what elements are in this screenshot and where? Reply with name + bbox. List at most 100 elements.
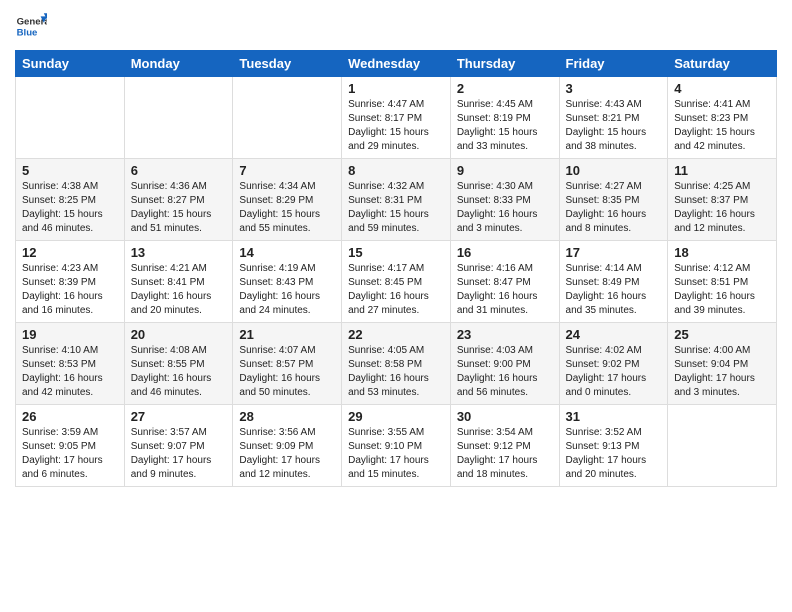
day-number: 4 <box>674 81 770 96</box>
calendar-cell: 21 Sunrise: 4:07 AM Sunset: 8:57 PM Dayli… <box>233 323 342 405</box>
calendar-cell: 17 Sunrise: 4:14 AM Sunset: 8:49 PM Dayli… <box>559 241 668 323</box>
calendar-cell: 5Sunrise: 4:38 AM Sunset: 8:25 PM Daylig… <box>16 159 125 241</box>
col-header-friday: Friday <box>559 51 668 77</box>
day-info: Sunrise: 4:17 AM Sunset: 8:45 PM Dayligh… <box>348 262 444 318</box>
day-info: Sunrise: 4:14 AM Sunset: 8:49 PM Dayligh… <box>566 262 662 318</box>
calendar-week-3: 12 Sunrise: 4:23 AM Sunset: 8:39 PM Dayli… <box>16 241 777 323</box>
calendar-cell: 24 Sunrise: 4:02 AM Sunset: 9:02 PM Dayli… <box>559 323 668 405</box>
calendar-cell: 6Sunrise: 4:36 AM Sunset: 8:27 PM Daylig… <box>124 159 233 241</box>
calendar-cell: 4 Sunrise: 4:41 AM Sunset: 8:23 PM Daylig… <box>668 77 777 159</box>
day-info: Sunrise: 4:25 AM Sunset: 8:37 PM Dayligh… <box>674 180 770 236</box>
day-info: Sunrise: 3:54 AM Sunset: 9:12 PM Dayligh… <box>457 426 553 482</box>
calendar-cell: 11 Sunrise: 4:25 AM Sunset: 8:37 PM Dayli… <box>668 159 777 241</box>
calendar-cell: 27 Sunrise: 3:57 AM Sunset: 9:07 PM Dayli… <box>124 405 233 487</box>
day-number: 13 <box>131 245 227 260</box>
calendar-cell: 28Sunrise: 3:56 AM Sunset: 9:09 PM Dayli… <box>233 405 342 487</box>
svg-text:Blue: Blue <box>17 28 38 39</box>
calendar-header-row: SundayMondayTuesdayWednesdayThursdayFrid… <box>16 51 777 77</box>
col-header-saturday: Saturday <box>668 51 777 77</box>
calendar-cell: 16Sunrise: 4:16 AM Sunset: 8:47 PM Dayli… <box>450 241 559 323</box>
col-header-sunday: Sunday <box>16 51 125 77</box>
logo-icon: General Blue <box>15 10 47 42</box>
day-number: 17 <box>566 245 662 260</box>
calendar: SundayMondayTuesdayWednesdayThursdayFrid… <box>15 50 777 487</box>
day-info: Sunrise: 4:05 AM Sunset: 8:58 PM Dayligh… <box>348 344 444 400</box>
calendar-cell: 12 Sunrise: 4:23 AM Sunset: 8:39 PM Dayli… <box>16 241 125 323</box>
day-number: 26 <box>22 409 118 424</box>
day-number: 21 <box>239 327 335 342</box>
calendar-cell <box>16 77 125 159</box>
day-info: Sunrise: 4:07 AM Sunset: 8:57 PM Dayligh… <box>239 344 335 400</box>
calendar-cell: 2 Sunrise: 4:45 AM Sunset: 8:19 PM Daylig… <box>450 77 559 159</box>
day-number: 10 <box>566 163 662 178</box>
day-number: 8 <box>348 163 444 178</box>
calendar-cell: 9 Sunrise: 4:30 AM Sunset: 8:33 PM Daylig… <box>450 159 559 241</box>
calendar-week-1: 1 Sunrise: 4:47 AM Sunset: 8:17 PM Daylig… <box>16 77 777 159</box>
day-number: 9 <box>457 163 553 178</box>
day-number: 18 <box>674 245 770 260</box>
calendar-week-4: 19Sunrise: 4:10 AM Sunset: 8:53 PM Dayli… <box>16 323 777 405</box>
logo: General Blue <box>15 10 51 42</box>
day-number: 22 <box>348 327 444 342</box>
col-header-tuesday: Tuesday <box>233 51 342 77</box>
calendar-cell: 19Sunrise: 4:10 AM Sunset: 8:53 PM Dayli… <box>16 323 125 405</box>
calendar-cell: 13 Sunrise: 4:21 AM Sunset: 8:41 PM Dayli… <box>124 241 233 323</box>
day-number: 30 <box>457 409 553 424</box>
day-info: Sunrise: 4:47 AM Sunset: 8:17 PM Dayligh… <box>348 98 444 154</box>
day-info: Sunrise: 4:08 AM Sunset: 8:55 PM Dayligh… <box>131 344 227 400</box>
day-info: Sunrise: 4:23 AM Sunset: 8:39 PM Dayligh… <box>22 262 118 318</box>
page: General Blue SundayMondayTuesdayWednesda… <box>0 0 792 612</box>
day-info: Sunrise: 4:43 AM Sunset: 8:21 PM Dayligh… <box>566 98 662 154</box>
calendar-cell: 18Sunrise: 4:12 AM Sunset: 8:51 PM Dayli… <box>668 241 777 323</box>
day-info: Sunrise: 4:32 AM Sunset: 8:31 PM Dayligh… <box>348 180 444 236</box>
day-info: Sunrise: 4:30 AM Sunset: 8:33 PM Dayligh… <box>457 180 553 236</box>
day-number: 28 <box>239 409 335 424</box>
col-header-thursday: Thursday <box>450 51 559 77</box>
day-info: Sunrise: 3:55 AM Sunset: 9:10 PM Dayligh… <box>348 426 444 482</box>
day-number: 25 <box>674 327 770 342</box>
day-number: 1 <box>348 81 444 96</box>
calendar-cell: 7 Sunrise: 4:34 AM Sunset: 8:29 PM Daylig… <box>233 159 342 241</box>
day-info: Sunrise: 3:59 AM Sunset: 9:05 PM Dayligh… <box>22 426 118 482</box>
day-number: 23 <box>457 327 553 342</box>
day-number: 3 <box>566 81 662 96</box>
day-info: Sunrise: 4:45 AM Sunset: 8:19 PM Dayligh… <box>457 98 553 154</box>
day-number: 6 <box>131 163 227 178</box>
day-number: 31 <box>566 409 662 424</box>
day-info: Sunrise: 4:38 AM Sunset: 8:25 PM Dayligh… <box>22 180 118 236</box>
calendar-cell: 26 Sunrise: 3:59 AM Sunset: 9:05 PM Dayli… <box>16 405 125 487</box>
calendar-cell: 31 Sunrise: 3:52 AM Sunset: 9:13 PM Dayli… <box>559 405 668 487</box>
day-info: Sunrise: 3:52 AM Sunset: 9:13 PM Dayligh… <box>566 426 662 482</box>
calendar-cell: 25 Sunrise: 4:00 AM Sunset: 9:04 PM Dayli… <box>668 323 777 405</box>
day-number: 12 <box>22 245 118 260</box>
day-info: Sunrise: 4:34 AM Sunset: 8:29 PM Dayligh… <box>239 180 335 236</box>
day-info: Sunrise: 4:19 AM Sunset: 8:43 PM Dayligh… <box>239 262 335 318</box>
day-info: Sunrise: 3:57 AM Sunset: 9:07 PM Dayligh… <box>131 426 227 482</box>
day-number: 2 <box>457 81 553 96</box>
calendar-cell: 29 Sunrise: 3:55 AM Sunset: 9:10 PM Dayli… <box>342 405 451 487</box>
day-number: 20 <box>131 327 227 342</box>
day-info: Sunrise: 4:02 AM Sunset: 9:02 PM Dayligh… <box>566 344 662 400</box>
calendar-cell <box>233 77 342 159</box>
day-info: Sunrise: 4:27 AM Sunset: 8:35 PM Dayligh… <box>566 180 662 236</box>
header: General Blue <box>15 10 777 42</box>
calendar-week-2: 5Sunrise: 4:38 AM Sunset: 8:25 PM Daylig… <box>16 159 777 241</box>
calendar-cell: 30 Sunrise: 3:54 AM Sunset: 9:12 PM Dayli… <box>450 405 559 487</box>
day-info: Sunrise: 4:21 AM Sunset: 8:41 PM Dayligh… <box>131 262 227 318</box>
day-number: 7 <box>239 163 335 178</box>
day-number: 14 <box>239 245 335 260</box>
calendar-cell: 22 Sunrise: 4:05 AM Sunset: 8:58 PM Dayli… <box>342 323 451 405</box>
col-header-wednesday: Wednesday <box>342 51 451 77</box>
day-number: 29 <box>348 409 444 424</box>
calendar-week-5: 26 Sunrise: 3:59 AM Sunset: 9:05 PM Dayli… <box>16 405 777 487</box>
day-number: 15 <box>348 245 444 260</box>
calendar-cell: 3 Sunrise: 4:43 AM Sunset: 8:21 PM Daylig… <box>559 77 668 159</box>
day-number: 11 <box>674 163 770 178</box>
day-info: Sunrise: 4:41 AM Sunset: 8:23 PM Dayligh… <box>674 98 770 154</box>
col-header-monday: Monday <box>124 51 233 77</box>
day-info: Sunrise: 4:00 AM Sunset: 9:04 PM Dayligh… <box>674 344 770 400</box>
day-number: 24 <box>566 327 662 342</box>
day-number: 27 <box>131 409 227 424</box>
calendar-cell: 15 Sunrise: 4:17 AM Sunset: 8:45 PM Dayli… <box>342 241 451 323</box>
calendar-cell: 10 Sunrise: 4:27 AM Sunset: 8:35 PM Dayli… <box>559 159 668 241</box>
